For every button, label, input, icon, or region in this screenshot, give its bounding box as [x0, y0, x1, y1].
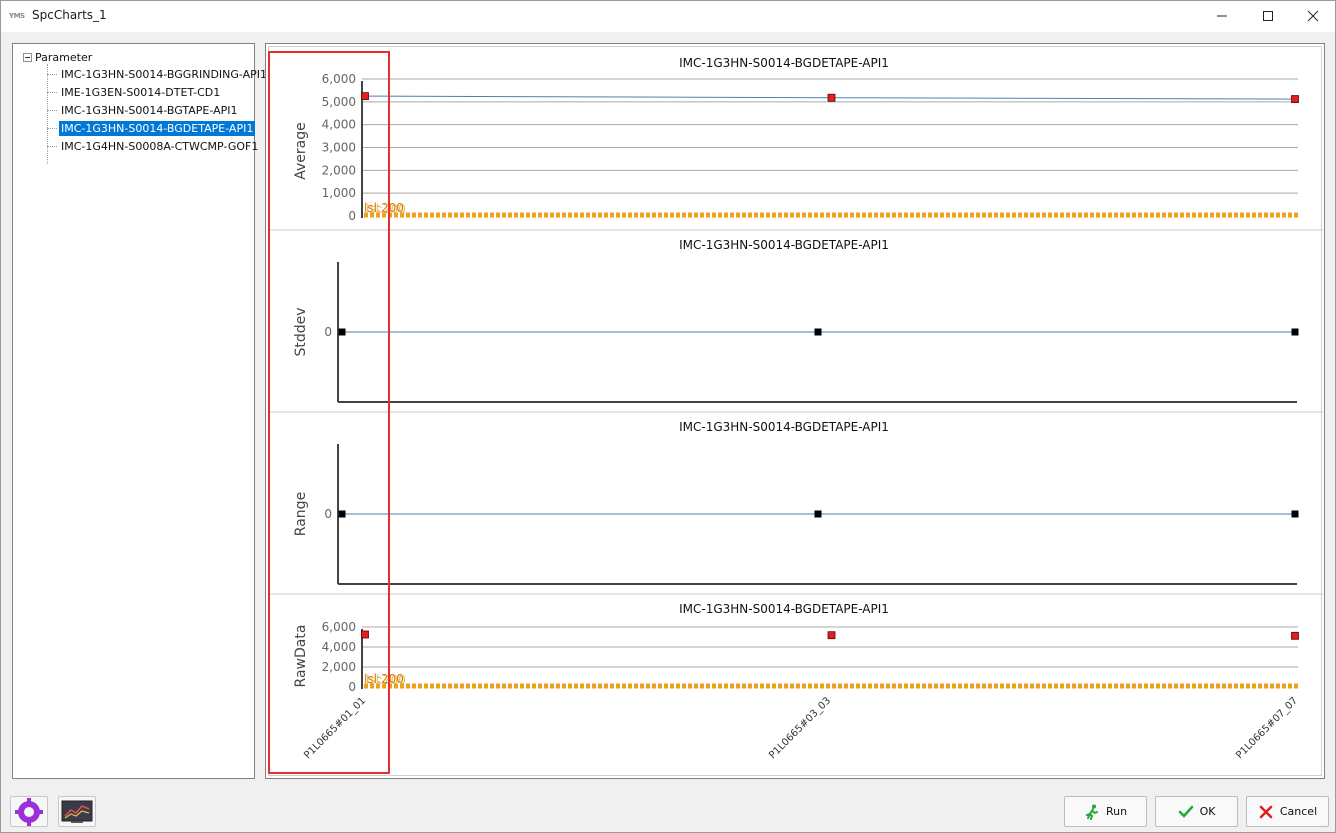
chart-icon: [61, 800, 93, 823]
tree-item[interactable]: IME-1G3EN-S0014-DTET-CD1: [47, 84, 222, 100]
tree-item[interactable]: IMC-1G4HN-S0008A-CTWCMP-GOF1: [47, 138, 260, 154]
cancel-button[interactable]: Cancel: [1246, 796, 1329, 827]
data-point: [814, 328, 822, 336]
data-point: [1291, 631, 1299, 640]
chart-title: IMC-1G3HN-S0014-BGDETAPE-API1: [679, 56, 889, 70]
check-icon: [1178, 805, 1193, 818]
y-tick-label: 6,000: [322, 72, 356, 86]
x-tick-label: P1L0665#03_03: [767, 695, 833, 761]
chart-panel: IMC-1G3HN-S0014-BGDETAPE-API1 Average 6,00…: [265, 43, 1325, 779]
run-button-label: Run: [1105, 805, 1128, 818]
tree-item-selected[interactable]: IMC-1G3HN-S0014-BGDETAPE-API1: [47, 120, 256, 136]
y-tick-label: 2,000: [322, 163, 356, 177]
tree-item-label: IMC-1G3HN-S0014-BGDETAPE-API1: [59, 120, 256, 136]
y-tick-label: 4,000: [322, 640, 356, 654]
ok-button-label: OK: [1199, 805, 1216, 818]
y-tick-label: 0: [324, 507, 332, 521]
gear-icon: [15, 797, 43, 826]
y-tick-label: 0: [348, 209, 356, 223]
y-tick-label: 3,000: [322, 141, 356, 155]
y-tick-label: 0: [348, 680, 356, 694]
y-axis-label: RawData: [293, 625, 309, 688]
maximize-button[interactable]: [1245, 1, 1291, 31]
y-tick-label: 2,000: [322, 660, 356, 674]
run-button[interactable]: Run: [1064, 796, 1147, 827]
x-tick-label: P1L0665#01_01: [302, 695, 368, 761]
spc-charts-window: YMS SpcCharts_1 Parameter IMC-1G3HN-S001…: [0, 0, 1336, 833]
tree-item-label: IME-1G3EN-S0014-DTET-CD1: [61, 85, 221, 99]
y-tick-label: 0: [324, 325, 332, 339]
title-bar: YMS SpcCharts_1: [1, 1, 1335, 32]
data-point: [1291, 510, 1299, 518]
y-tick-label: 1,000: [322, 186, 356, 200]
data-point: [814, 510, 822, 518]
window-title: SpcCharts_1: [32, 8, 107, 22]
limit-label: lsl:200: [366, 202, 406, 216]
data-point: [361, 630, 369, 639]
close-icon: [1307, 10, 1319, 22]
parameter-tree: Parameter IMC-1G3HN-S0014-BGGRINDING-API…: [12, 43, 267, 779]
tree-item-label: IMC-1G3HN-S0014-BGGRINDING-API1: [61, 67, 268, 81]
chart-title: IMC-1G3HN-S0014-BGDETAPE-API1: [679, 420, 889, 434]
ok-button[interactable]: OK: [1155, 796, 1238, 827]
minimize-button[interactable]: [1199, 1, 1245, 31]
data-point: [827, 631, 836, 640]
data-point: [338, 510, 346, 518]
y-tick-label: 6,000: [322, 620, 356, 634]
maximize-icon: [1263, 11, 1273, 21]
close-button[interactable]: [1290, 1, 1336, 31]
chart-view-button[interactable]: [58, 796, 96, 827]
cancel-icon: [1259, 805, 1273, 818]
data-point: [1291, 95, 1299, 103]
data-point: [338, 328, 346, 336]
run-icon: [1085, 804, 1098, 820]
chart-title: IMC-1G3HN-S0014-BGDETAPE-API1: [679, 238, 889, 252]
cancel-button-label: Cancel: [1279, 805, 1318, 818]
tree-root-parameter[interactable]: Parameter: [23, 49, 92, 65]
tree-item-label: IMC-1G3HN-S0014-BGTAPE-API1: [61, 103, 238, 117]
settings-button[interactable]: [10, 796, 48, 827]
minimize-icon: [1217, 15, 1227, 17]
spc-charts-svg[interactable]: IMC-1G3HN-S0014-BGDETAPE-API1 Average 6,00…: [266, 44, 1326, 780]
tree-root-label: Parameter: [35, 50, 93, 64]
y-axis-label: Stddev: [293, 307, 309, 356]
x-tick-label: P1L0665#07_07: [1234, 695, 1300, 761]
y-tick-label: 4,000: [322, 118, 356, 132]
collapse-icon[interactable]: [23, 52, 32, 62]
y-tick-label: 5,000: [322, 95, 356, 109]
data-point: [361, 92, 369, 101]
data-point: [827, 93, 836, 102]
y-axis-label: Range: [293, 492, 309, 536]
y-axis-label: Average: [293, 122, 309, 180]
tree-item[interactable]: IMC-1G3HN-S0014-BGGRINDING-API1: [47, 66, 269, 82]
limit-label: lsl:200: [366, 673, 406, 687]
app-icon: YMS: [9, 12, 25, 20]
chart-title: IMC-1G3HN-S0014-BGDETAPE-API1: [679, 602, 889, 616]
tree-item[interactable]: IMC-1G3HN-S0014-BGTAPE-API1: [47, 102, 240, 118]
data-point: [1291, 328, 1299, 336]
tree-item-label: IMC-1G4HN-S0008A-CTWCMP-GOF1: [61, 139, 259, 153]
